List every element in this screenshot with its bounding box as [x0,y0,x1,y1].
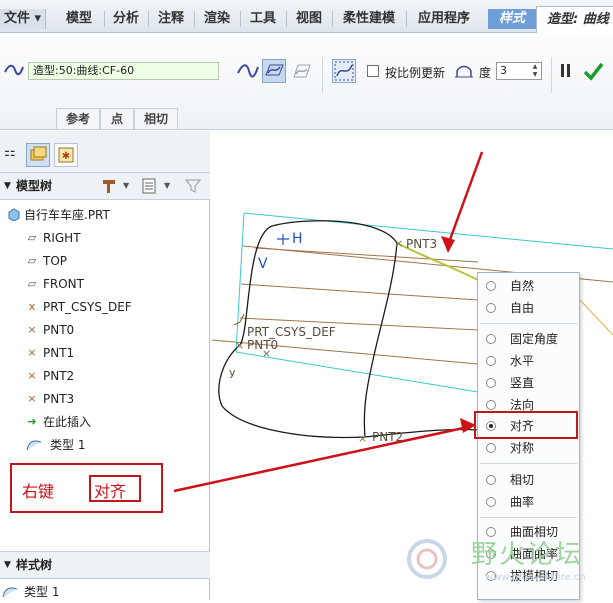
radio-button[interactable] [486,281,496,291]
radio-button[interactable] [486,378,496,388]
menu-separator [480,463,577,464]
point-marker: × [235,339,244,352]
menu-item-free[interactable]: 自由 [478,297,579,319]
label-pnt2: PNT2 [372,430,404,444]
menu-item-horizontal[interactable]: 水平 [478,350,579,372]
menu-item-label: 相切 [510,473,535,487]
menu-item-label: 自由 [510,301,535,315]
menu-item-label: 法向 [510,398,535,412]
menu-item-label: 固定角度 [510,332,559,346]
point-marker: × [358,432,367,445]
label-horizontal-marker: H [292,231,303,247]
menu-separator [480,323,577,324]
menu-item-fixed-angle[interactable]: 固定角度 [478,328,579,350]
radio-button[interactable] [486,356,496,366]
menu-item-curvature[interactable]: 曲率 [478,491,579,513]
radio-button[interactable] [486,334,496,344]
menu-separator [480,517,577,518]
point-marker: × [394,237,403,250]
watermark-url: www.proewildfire.cn [485,572,586,583]
annotation-highlight-box [474,411,578,439]
label-pnt0: PNT0 [247,338,279,352]
menu-item-label: 对称 [510,441,535,455]
label-prt-csys-def: PRT_CSYS_DEF [247,325,336,339]
radio-button[interactable] [486,497,496,507]
menu-item-vertical[interactable]: 竖直 [478,372,579,394]
menu-item-label: 曲率 [510,495,535,509]
radio-button[interactable] [486,443,496,453]
watermark: 野火论坛 www.proewildfire.cn [405,532,610,592]
watermark-logo [407,539,447,579]
menu-item-label: 水平 [510,354,535,368]
menu-item-natural[interactable]: 自然 [478,275,579,297]
watermark-text: 野火论坛 [471,540,584,570]
radio-button[interactable] [486,303,496,313]
menu-item-tangent[interactable]: 相切 [478,469,579,491]
radio-button[interactable] [486,475,496,485]
menu-item-symmetric[interactable]: 对称 [478,437,579,459]
radio-button[interactable] [486,400,496,410]
annotation-right-click: 右键 [22,482,55,501]
label-pnt3: PNT3 [406,237,438,251]
menu-item-label: 竖直 [510,376,535,390]
label-vertical-marker: V [258,256,268,272]
annotation-align: 对齐 [94,482,127,501]
label-y-axis: y [229,366,236,379]
menu-item-label: 自然 [510,279,535,293]
